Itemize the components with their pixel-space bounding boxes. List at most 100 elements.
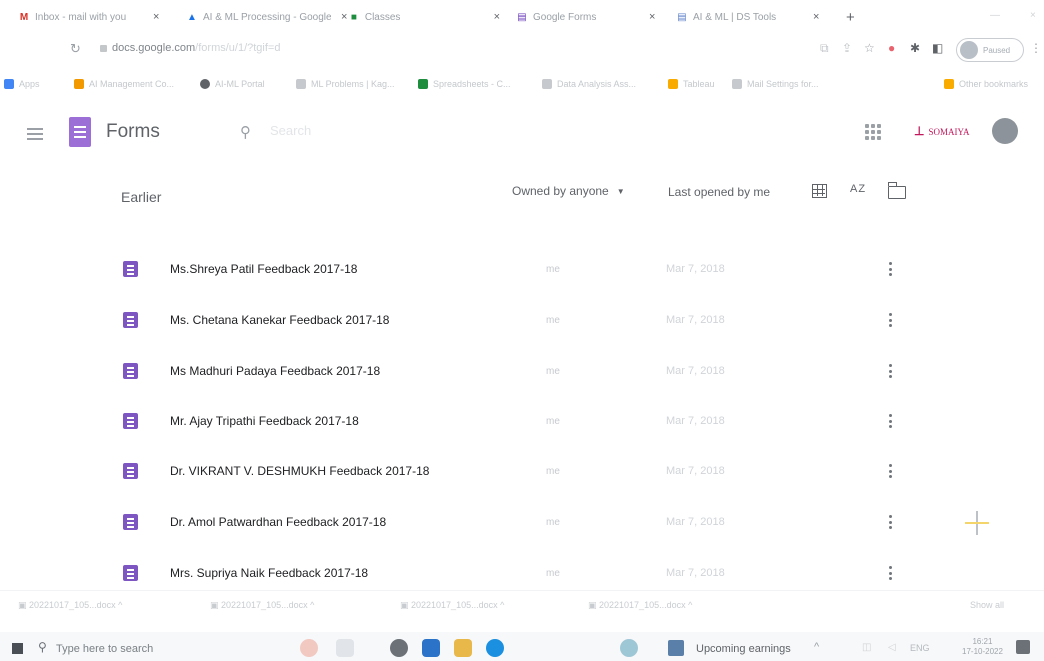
lock-icon[interactable] xyxy=(100,45,107,52)
browser-tab-forms[interactable]: ▤ Google Forms × xyxy=(516,6,666,28)
search-icon[interactable]: ⚲ xyxy=(38,640,47,654)
download-item[interactable]: ▣ 20221017_105...docx ^ xyxy=(18,600,122,611)
grid-view-icon[interactable] xyxy=(812,184,827,198)
bookmark-item[interactable]: Tableau xyxy=(668,76,715,92)
create-form-plus-icon[interactable] xyxy=(965,511,989,535)
download-label: 20221017_105...docx xyxy=(221,600,308,610)
minimize-icon[interactable]: — xyxy=(990,10,1000,21)
browser-menu-icon[interactable]: ⋮ xyxy=(1030,41,1042,55)
file-name[interactable]: Dr. VIKRANT V. DESHMUKH Feedback 2017-18 xyxy=(170,464,429,478)
sort-az-icon[interactable]: AZ xyxy=(850,183,866,195)
side-panel-icon[interactable]: ◧ xyxy=(932,41,943,55)
google-apps-icon[interactable] xyxy=(865,124,881,140)
share-icon[interactable]: ⇪ xyxy=(842,41,852,55)
news-widget[interactable]: Upcoming earnings xyxy=(696,643,791,655)
app-title[interactable]: Forms xyxy=(106,121,160,143)
close-icon[interactable]: × xyxy=(153,11,159,23)
reload-icon[interactable]: ↻ xyxy=(70,41,81,57)
download-item[interactable]: ▣ 20221017_105...docx ^ xyxy=(400,600,504,611)
more-options-icon[interactable] xyxy=(889,515,892,529)
file-row[interactable]: Dr. Amol Patwardhan Feedback 2017-18 me … xyxy=(0,498,1044,548)
more-options-icon[interactable] xyxy=(889,566,892,580)
file-row[interactable]: Ms Madhuri Padaya Feedback 2017-18 me Ma… xyxy=(0,347,1044,397)
taskbar-search[interactable]: Type here to search xyxy=(56,643,153,655)
notification-icon[interactable] xyxy=(1016,640,1030,654)
bookmark-star-icon[interactable]: ☆ xyxy=(864,41,875,55)
org-badge[interactable]: ⊥ SOMAIYA xyxy=(914,124,969,139)
widget-image-icon[interactable] xyxy=(300,639,318,657)
more-options-icon[interactable] xyxy=(889,262,892,276)
teams-icon[interactable] xyxy=(620,639,638,657)
bookmark-label: Mail Settings for... xyxy=(747,79,819,89)
file-name[interactable]: Dr. Amol Patwardhan Feedback 2017-18 xyxy=(170,515,386,529)
show-all-downloads[interactable]: Show all xyxy=(970,600,1004,610)
file-row[interactable]: Dr. VIKRANT V. DESHMUKH Feedback 2017-18… xyxy=(0,447,1044,497)
classroom-icon: ■ xyxy=(350,11,357,23)
file-explorer-icon[interactable] xyxy=(454,639,472,657)
language-indicator[interactable]: ENG xyxy=(910,643,930,653)
main-menu-icon[interactable] xyxy=(27,128,43,140)
new-tab-button[interactable]: + xyxy=(846,9,855,26)
file-name[interactable]: Ms.Shreya Patil Feedback 2017-18 xyxy=(170,262,357,276)
file-list: Ms.Shreya Patil Feedback 2017-18 me Mar … xyxy=(0,245,1044,585)
search-icon[interactable]: ⚲ xyxy=(240,123,251,141)
address-bar[interactable]: docs.google.com/forms/u/1/?tgif=d xyxy=(112,42,280,54)
extension-icon[interactable]: ● xyxy=(888,41,895,55)
file-name[interactable]: Ms Madhuri Padaya Feedback 2017-18 xyxy=(170,364,380,378)
file-row[interactable]: Ms. Chetana Kanekar Feedback 2017-18 me … xyxy=(0,296,1044,346)
file-name[interactable]: Mrs. Supriya Naik Feedback 2017-18 xyxy=(170,566,368,580)
close-icon[interactable]: × xyxy=(494,11,500,23)
close-icon[interactable]: × xyxy=(813,11,819,23)
forms-logo-icon[interactable] xyxy=(69,117,91,147)
news-icon[interactable] xyxy=(668,640,684,656)
tab-title: Inbox - mail with you xyxy=(35,11,127,23)
file-row[interactable]: Mrs. Supriya Naik Feedback 2017-18 me Ma… xyxy=(0,549,1044,585)
windows-start-icon[interactable] xyxy=(12,643,23,654)
edge-icon[interactable] xyxy=(486,639,504,657)
translate-icon[interactable]: ⧉ xyxy=(820,41,829,56)
file-row[interactable]: Ms.Shreya Patil Feedback 2017-18 me Mar … xyxy=(0,245,1044,295)
browser-tab-gmail[interactable]: M Inbox - mail with you × xyxy=(18,6,178,28)
bookmark-item[interactable]: AI-ML Portal xyxy=(200,76,265,92)
file-doc-icon: ▣ xyxy=(588,600,600,610)
more-options-icon[interactable] xyxy=(889,414,892,428)
chevron-up-icon[interactable]: ^ xyxy=(814,641,819,653)
puzzle-icon[interactable]: ✱ xyxy=(910,41,920,55)
bookmark-item[interactable]: Mail Settings for... xyxy=(732,76,819,92)
download-item[interactable]: ▣ 20221017_105...docx ^ xyxy=(588,600,692,611)
file-name[interactable]: Mr. Ajay Tripathi Feedback 2017-18 xyxy=(170,414,359,428)
download-item[interactable]: ▣ 20221017_105...docx ^ xyxy=(210,600,314,611)
browser-tab-classroom[interactable]: ■ Classes × xyxy=(348,6,500,28)
search-input[interactable] xyxy=(270,123,570,138)
bookmark-other[interactable]: Other bookmarks xyxy=(944,76,1028,92)
tab-title: AI & ML Processing - Google xyxy=(203,11,331,23)
browser-tab-active[interactable]: ▤ AI & ML | DS Tools × xyxy=(676,6,836,28)
account-avatar[interactable] xyxy=(992,118,1018,144)
volume-icon[interactable]: ◁ xyxy=(888,642,896,653)
more-options-icon[interactable] xyxy=(889,364,892,378)
folder-picker-icon[interactable] xyxy=(888,182,906,199)
sort-button[interactable]: Last opened by me xyxy=(668,185,770,199)
bookmark-item[interactable]: ML Problems | Kag... xyxy=(296,76,395,92)
url-domain: docs.google.com xyxy=(112,42,196,54)
more-options-icon[interactable] xyxy=(889,313,892,327)
mail-icon[interactable] xyxy=(422,639,440,657)
network-icon[interactable]: ◫ xyxy=(862,642,871,653)
profile-button[interactable]: Paused xyxy=(956,38,1024,62)
bookmark-item[interactable]: AI Management Co... xyxy=(74,76,174,92)
clock[interactable]: 16:21 17-10-2022 xyxy=(962,637,1003,657)
clock-date: 17-10-2022 xyxy=(962,647,1003,656)
file-row[interactable]: Mr. Ajay Tripathi Feedback 2017-18 me Ma… xyxy=(0,397,1044,447)
bookmark-apps[interactable]: Apps xyxy=(4,76,40,92)
bookmark-item[interactable]: Spreadsheets - C... xyxy=(418,76,511,92)
chrome-icon[interactable] xyxy=(390,639,408,657)
bookmark-item[interactable]: Data Analysis Ass... xyxy=(542,76,636,92)
close-window-icon[interactable]: × xyxy=(1030,10,1036,21)
task-view-icon[interactable] xyxy=(336,639,354,657)
browser-tab-drive[interactable]: ▲ AI & ML Processing - Google × xyxy=(186,6,360,28)
owner-filter-dropdown[interactable]: Owned by anyone ▼ xyxy=(512,184,625,198)
close-icon[interactable]: × xyxy=(341,11,347,23)
close-icon[interactable]: × xyxy=(649,11,655,23)
more-options-icon[interactable] xyxy=(889,464,892,478)
file-name[interactable]: Ms. Chetana Kanekar Feedback 2017-18 xyxy=(170,313,389,327)
